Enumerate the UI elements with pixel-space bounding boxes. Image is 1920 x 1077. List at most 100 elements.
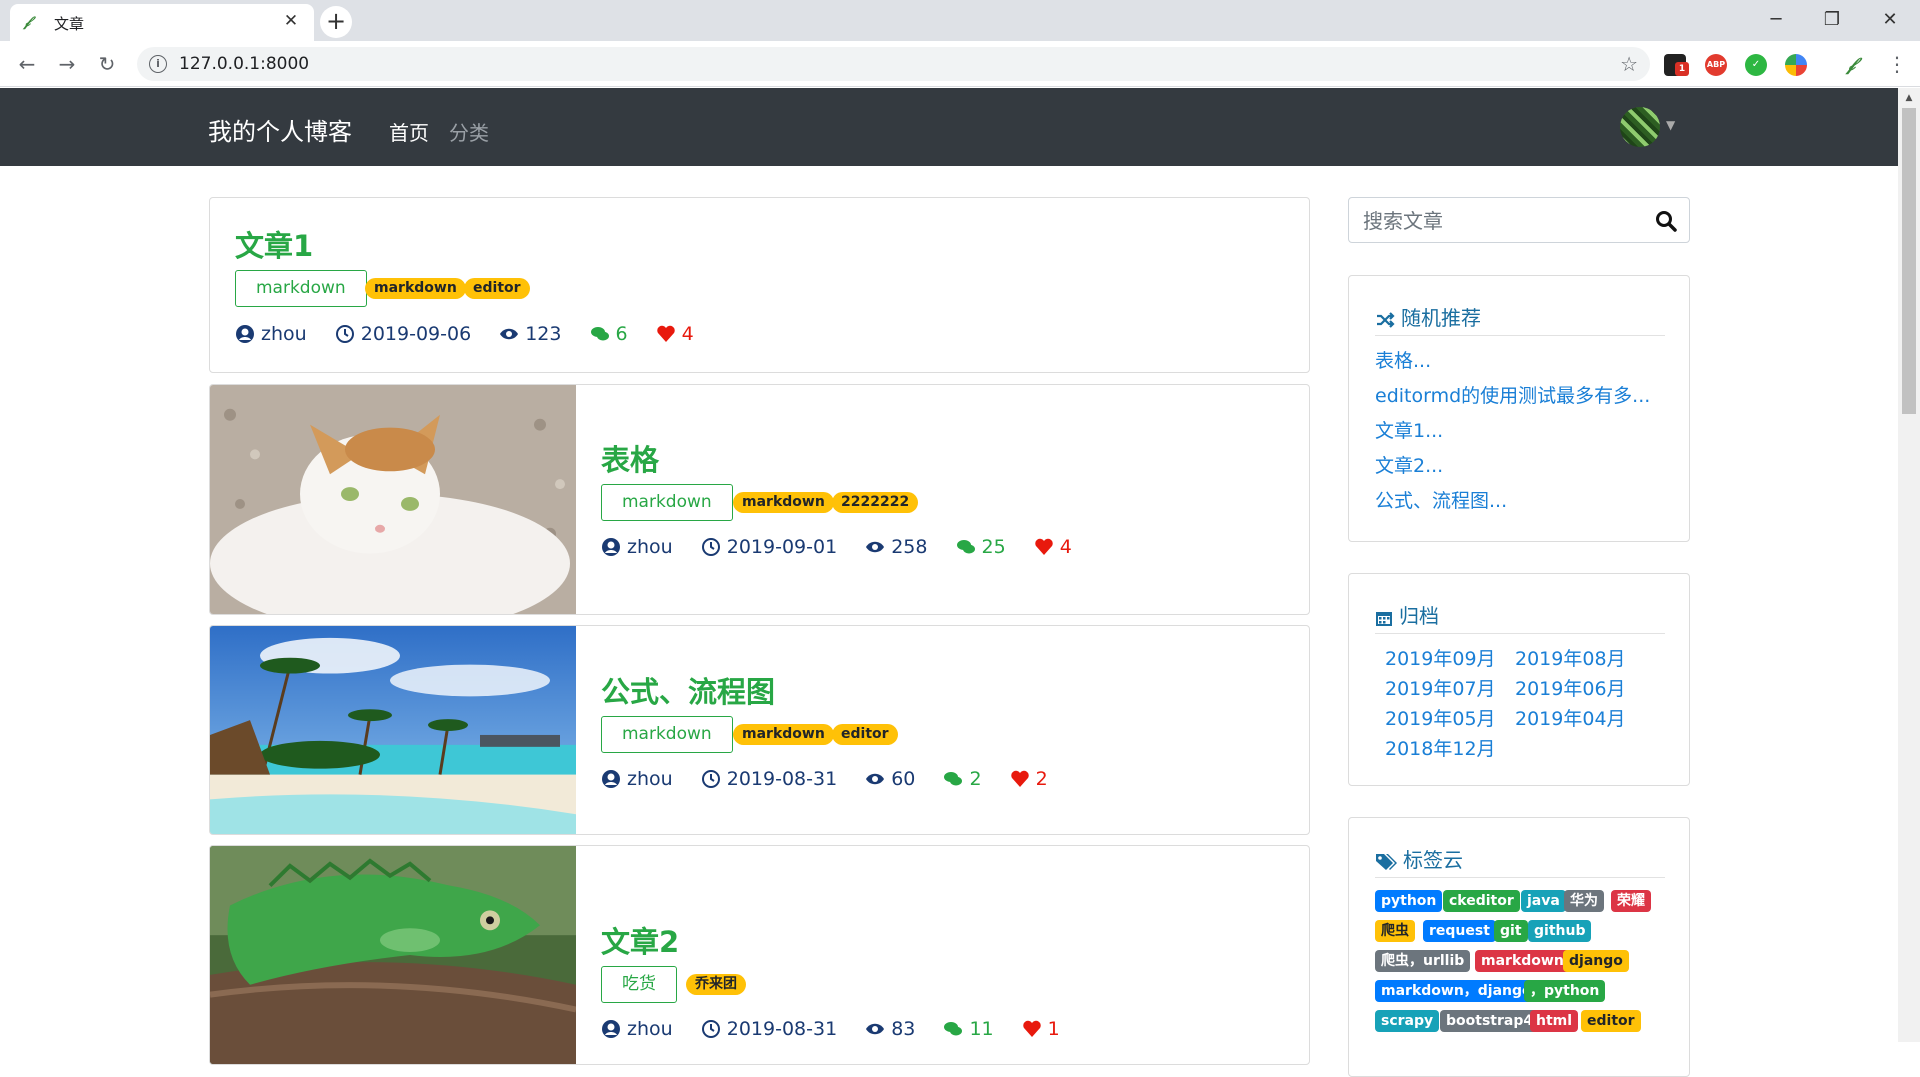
article-meta: zhou 2019-08-31 83 11 1 (601, 1017, 1060, 1040)
cloud-tag[interactable]: bootstrap4 (1440, 1010, 1540, 1032)
user-avatar[interactable] (1620, 107, 1660, 147)
scroll-up-arrow-icon[interactable]: ▲ (1902, 92, 1916, 104)
archive-link[interactable]: 2019年05月 (1385, 704, 1496, 731)
article-views: 123 (525, 322, 562, 345)
dropdown-caret-icon[interactable]: ▼ (1666, 118, 1675, 132)
search-input[interactable] (1363, 208, 1643, 234)
recommend-link[interactable]: 文章1... (1375, 416, 1443, 443)
article-tag[interactable]: markdown (733, 724, 834, 745)
minimize-button[interactable]: ─ (1756, 6, 1796, 34)
tag-cloud-title: 标签云 (1403, 848, 1463, 872)
cloud-tag[interactable]: ，python (1524, 980, 1606, 1002)
archive-link[interactable]: 2019年08月 (1515, 644, 1626, 671)
cloud-tag[interactable]: github (1528, 920, 1592, 942)
article-card[interactable]: 公式、流程图 markdown markdown editor zhou 201… (209, 625, 1310, 835)
cloud-tag[interactable]: 爬虫，urllib (1375, 950, 1471, 972)
colorful-extension-icon[interactable] (1785, 54, 1807, 76)
address-bar[interactable]: i 127.0.0.1:8000 ☆ (137, 47, 1650, 81)
article-views: 258 (891, 535, 928, 558)
article-tag[interactable]: 2222222 (832, 492, 919, 513)
clock-icon (701, 769, 720, 788)
article-tag[interactable]: markdown (733, 492, 834, 513)
archive-link[interactable]: 2019年09月 (1385, 644, 1496, 671)
extension-badge-icon[interactable]: 1 (1664, 54, 1689, 76)
check-extension-icon[interactable]: ✓ (1745, 54, 1767, 76)
article-card[interactable]: 表格 markdown markdown 2222222 zhou 2019-0… (209, 384, 1310, 615)
cloud-tag[interactable]: 荣耀 (1611, 890, 1651, 912)
article-tag[interactable]: 乔来团 (686, 974, 746, 995)
cloud-tag[interactable]: scrapy (1375, 1010, 1440, 1032)
tag-cloud-card: 标签云 python ckeditor java 华为 荣耀 爬虫 reques… (1348, 817, 1690, 1077)
article-author[interactable]: zhou (627, 536, 673, 558)
article-tag[interactable]: editor (464, 278, 530, 299)
archive-link[interactable]: 2019年07月 (1385, 674, 1496, 701)
new-tab-button[interactable]: + (320, 6, 352, 38)
article-meta: zhou 2019-08-31 60 2 2 (601, 767, 1048, 790)
nav-category-link[interactable]: 分类 (449, 117, 489, 146)
archive-link[interactable]: 2018年12月 (1385, 734, 1496, 761)
site-info-icon[interactable]: i (149, 55, 167, 73)
beach-thumbnail-image[interactable] (210, 626, 576, 834)
article-comments: 6 (615, 322, 628, 345)
cloud-tag[interactable]: editor (1581, 1010, 1641, 1032)
article-title[interactable]: 文章2 (601, 919, 679, 961)
article-tag[interactable]: markdown (365, 278, 466, 299)
article-title[interactable]: 表格 (601, 437, 659, 479)
article-author[interactable]: zhou (261, 323, 307, 345)
article-comments: 25 (981, 535, 1006, 558)
user-icon (602, 537, 620, 556)
scrollbar-thumb[interactable] (1902, 108, 1916, 414)
cloud-tag[interactable]: 爬虫 (1375, 920, 1415, 942)
article-card[interactable]: 文章2 吃货 乔来团 zhou 2019-08-31 83 11 1 (209, 845, 1310, 1065)
tab-title: 文章 (54, 15, 85, 33)
menu-kebab-icon[interactable]: ⋮ (1884, 51, 1910, 77)
archive-link[interactable]: 2019年04月 (1515, 704, 1626, 731)
reload-icon[interactable]: ↻ (94, 51, 120, 77)
article-title[interactable]: 文章1 (235, 223, 313, 265)
article-author[interactable]: zhou (627, 768, 673, 790)
archive-link[interactable]: 2019年06月 (1515, 674, 1626, 701)
article-category-button[interactable]: markdown (601, 484, 733, 521)
adblock-icon[interactable]: ABP (1705, 54, 1727, 76)
browser-tab[interactable]: 𝒻 文章 ✕ (10, 4, 314, 41)
article-category-button[interactable]: 吃货 (601, 966, 677, 1003)
search-icon[interactable] (1655, 210, 1677, 232)
tab-close-icon[interactable]: ✕ (280, 10, 302, 32)
article-date: 2019-09-01 (726, 535, 838, 558)
cloud-tag[interactable]: django (1563, 950, 1629, 972)
recommend-link[interactable]: editormd的使用测试最多有多... (1375, 381, 1650, 408)
eye-icon (866, 1023, 885, 1034)
bookmark-star-icon[interactable]: ☆ (1620, 52, 1638, 76)
cloud-tag[interactable]: python (1375, 890, 1443, 912)
article-author[interactable]: zhou (627, 1018, 673, 1040)
recommend-link[interactable]: 表格... (1375, 346, 1431, 373)
cloud-tag[interactable]: html (1530, 1010, 1579, 1032)
cloud-tag[interactable]: ckeditor (1443, 890, 1520, 912)
article-likes: 4 (1059, 535, 1072, 558)
cloud-tag[interactable]: markdown (1475, 950, 1570, 972)
iguana-thumbnail-image[interactable] (210, 846, 576, 1064)
clock-icon (701, 537, 720, 556)
cloud-tag[interactable]: markdown，django (1375, 980, 1538, 1002)
cloud-tag[interactable]: java (1521, 890, 1566, 912)
profile-extension-icon[interactable]: 𝒻 (1840, 54, 1862, 76)
user-icon (602, 1019, 620, 1038)
cloud-tag[interactable]: git (1494, 920, 1528, 942)
article-title[interactable]: 公式、流程图 (601, 669, 775, 711)
site-brand[interactable]: 我的个人博客 (208, 112, 352, 147)
nav-home-link[interactable]: 首页 (389, 117, 429, 146)
article-category-button[interactable]: markdown (601, 716, 733, 753)
cloud-tag[interactable]: request (1423, 920, 1496, 942)
forward-icon[interactable]: → (54, 51, 80, 77)
restore-button[interactable]: ❐ (1812, 6, 1852, 34)
cloud-tag[interactable]: 华为 (1564, 890, 1604, 912)
article-card[interactable]: 文章1 markdown markdown editor zhou 2019-0… (209, 197, 1310, 373)
recommend-link[interactable]: 公式、流程图... (1375, 486, 1507, 513)
article-category-button[interactable]: markdown (235, 270, 367, 307)
article-views: 83 (891, 1017, 916, 1040)
back-icon[interactable]: ← (14, 51, 40, 77)
article-tag[interactable]: editor (832, 724, 898, 745)
close-window-button[interactable]: ✕ (1870, 6, 1910, 34)
cat-thumbnail-image[interactable] (210, 385, 576, 614)
recommend-link[interactable]: 文章2... (1375, 451, 1443, 478)
